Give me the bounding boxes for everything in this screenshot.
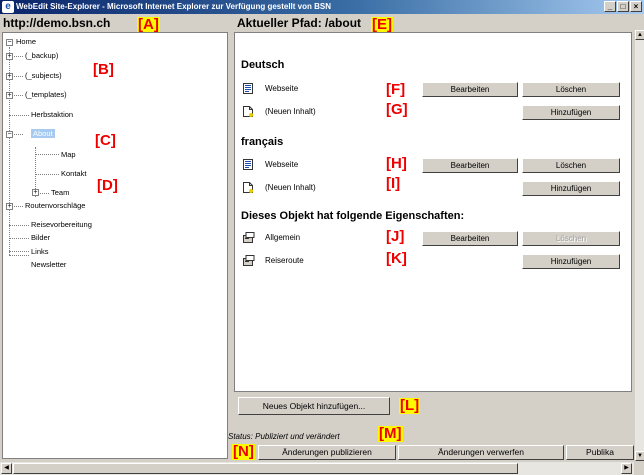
marker-j: [J]	[386, 228, 405, 245]
edit-button-webseite-fr[interactable]: Bearbeiten	[422, 158, 518, 173]
marker-c: [C]	[95, 132, 116, 149]
marker-i: [I]	[386, 175, 401, 192]
tree-item-backup[interactable]: (_backup)	[25, 51, 58, 60]
new-document-icon	[243, 106, 253, 117]
vertical-scrollbar[interactable]: ▲ ▼	[634, 30, 644, 461]
new-document-icon	[243, 182, 253, 193]
marker-f: [F]	[386, 81, 406, 98]
scroll-left-arrow-icon[interactable]: ◀	[1, 463, 12, 474]
row-label-reiseroute: Reiseroute	[265, 256, 304, 265]
horizontal-scrollbar[interactable]: ◀ ▶	[0, 462, 634, 475]
tree-item-herbstaktion[interactable]: Herbstaktion	[31, 110, 73, 119]
delete-button-webseite-de[interactable]: Löschen	[522, 82, 620, 97]
tree-item-newsletter[interactable]: Newsletter	[31, 260, 66, 269]
marker-k: [K]	[386, 250, 407, 267]
site-url: http://demo.bsn.ch	[3, 16, 111, 30]
properties-icon	[243, 232, 255, 243]
tree-item-templates[interactable]: (_templates)	[25, 90, 67, 99]
marker-m: [M]	[378, 425, 403, 442]
scroll-up-arrow-icon[interactable]: ▲	[635, 30, 644, 40]
add-button-neuer-inhalt-fr[interactable]: Hinzufügen	[522, 181, 620, 196]
window-titlebar: e WebEdit Site-Explorer - Microsoft Inte…	[0, 0, 644, 14]
publish-changes-button[interactable]: Änderungen publizieren	[258, 445, 396, 460]
row-label-neuer-inhalt-fr: (Neuen Inhalt)	[265, 183, 316, 192]
site-tree-panel[interactable]: − Home + (_backup) + (_subjects) + (_tem…	[2, 32, 228, 459]
discard-changes-button[interactable]: Änderungen verwerfen	[398, 445, 564, 460]
expand-toggle-backup[interactable]: +	[6, 53, 13, 60]
row-label-allgemein: Allgemein	[265, 233, 301, 242]
tree-item-home[interactable]: Home	[16, 37, 36, 46]
edit-button-webseite-de[interactable]: Bearbeiten	[422, 82, 518, 97]
tree-item-kontakt[interactable]: Kontakt	[61, 169, 86, 178]
tree-item-subjects[interactable]: (_subjects)	[25, 71, 62, 80]
marker-e: [E]	[371, 16, 393, 33]
edit-button-allgemein[interactable]: Bearbeiten	[422, 231, 518, 246]
expand-toggle-routenvorschlaege[interactable]: +	[6, 203, 13, 210]
marker-d: [D]	[97, 177, 118, 194]
window-title: WebEdit Site-Explorer - Microsoft Intern…	[16, 2, 332, 11]
marker-g: [G]	[386, 101, 408, 118]
expand-toggle-templates[interactable]: +	[6, 92, 13, 99]
object-details-panel: Deutsch Webseite Bearbeiten Löschen (Neu…	[234, 32, 632, 392]
maximize-button[interactable]: □	[617, 1, 629, 12]
minimize-button[interactable]: _	[604, 1, 616, 12]
expand-toggle-home[interactable]: −	[6, 39, 13, 46]
row-label-webseite-de: Webseite	[265, 84, 299, 93]
tree-item-map[interactable]: Map	[61, 150, 76, 159]
webpage-document-icon	[243, 83, 253, 94]
tree-item-bilder[interactable]: Bilder	[31, 233, 50, 242]
marker-h: [H]	[386, 155, 407, 172]
publish-button[interactable]: Publika	[566, 445, 634, 460]
add-button-reiseroute[interactable]: Hinzufügen	[522, 254, 620, 269]
section-title-deutsch: Deutsch	[241, 59, 285, 71]
marker-b: [B]	[93, 61, 114, 78]
current-path-title: Aktueller Pfad: /about	[237, 16, 362, 30]
delete-button-webseite-fr[interactable]: Löschen	[522, 158, 620, 173]
tree-item-links[interactable]: Links	[31, 247, 49, 256]
row-label-neuer-inhalt-de: (Neuen Inhalt)	[265, 107, 316, 116]
expand-toggle-team[interactable]: +	[32, 189, 39, 196]
horizontal-scroll-thumb[interactable]	[13, 463, 518, 474]
add-new-object-button[interactable]: Neues Objekt hinzufügen...	[238, 397, 390, 415]
expand-toggle-about[interactable]: −	[6, 131, 13, 138]
properties-icon	[243, 255, 255, 266]
webpage-document-icon	[243, 159, 253, 170]
scroll-right-arrow-icon[interactable]: ▶	[621, 463, 632, 474]
row-label-webseite-fr: Webseite	[265, 160, 299, 169]
tree-item-about[interactable]: About	[31, 129, 55, 138]
section-title-properties: Dieses Objekt hat folgende Eigenschaften…	[241, 210, 465, 222]
internet-explorer-icon: e	[2, 1, 14, 13]
marker-n: [N]	[232, 443, 255, 460]
status-text: Status: Publiziert und verändert	[228, 432, 340, 441]
scroll-down-arrow-icon[interactable]: ▼	[635, 451, 644, 461]
expand-toggle-subjects[interactable]: +	[6, 73, 13, 80]
tree-item-routenvorschlaege[interactable]: Routenvorschläge	[25, 201, 85, 210]
tree-item-reisevorbereitung[interactable]: Reisevorbereitung	[31, 220, 92, 229]
marker-l: [L]	[399, 397, 421, 414]
tree-item-team[interactable]: Team	[51, 188, 69, 197]
section-title-francais: français	[241, 136, 284, 148]
marker-a: [A]	[137, 16, 160, 33]
close-button[interactable]: ×	[630, 1, 642, 12]
delete-button-allgemein: Löschen	[522, 231, 620, 246]
add-button-neuer-inhalt-de[interactable]: Hinzufügen	[522, 105, 620, 120]
